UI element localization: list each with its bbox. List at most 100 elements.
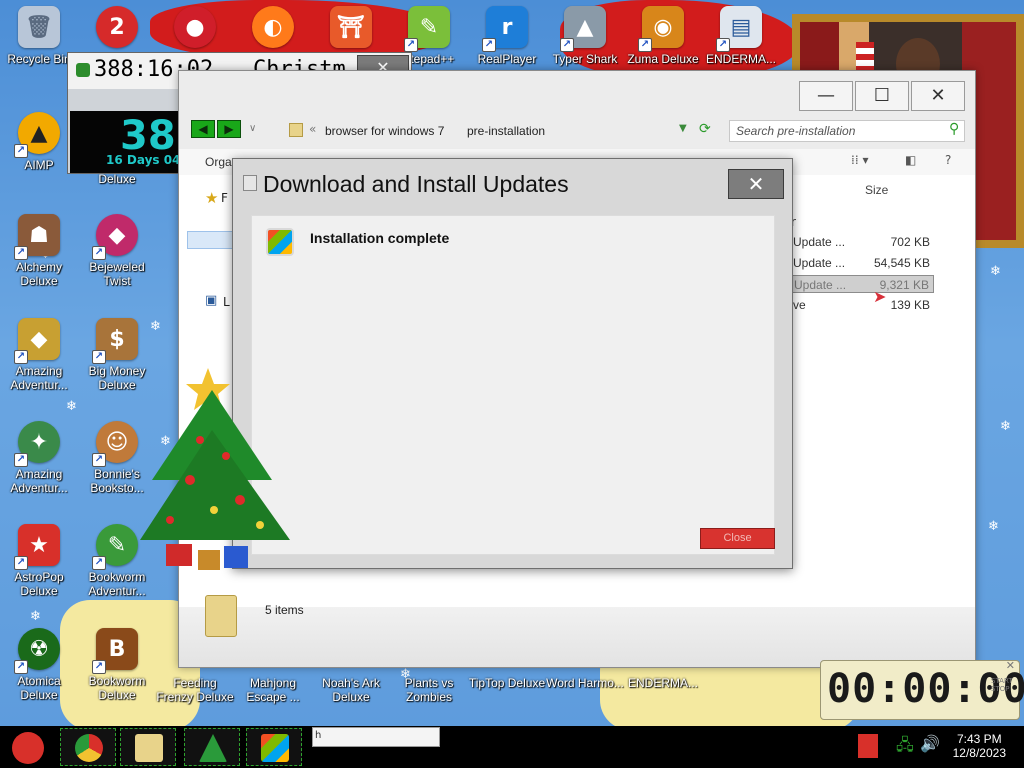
game-2-icon: 2 <box>96 6 138 48</box>
file-row[interactable]: Update ... 702 KB <box>789 233 934 251</box>
address-dropdown-icon[interactable]: ▼ <box>679 123 687 134</box>
forward-button[interactable]: ▶ <box>217 120 241 138</box>
recycle-bin-icon: 🗑 <box>18 6 60 48</box>
view-options-icon[interactable]: ⁞⁞ ▾ <box>851 153 868 167</box>
tree-lower-tier <box>140 430 290 540</box>
file-row[interactable]: Update ... 54,545 KB <box>789 254 934 272</box>
breadcrumb-overflow-icon[interactable]: « <box>309 122 316 136</box>
sidebar-libraries-label[interactable]: L <box>223 295 230 309</box>
bookworm-deluxe-icon: B ↗ <box>92 628 138 674</box>
desktop-icon-typer-shark[interactable]: ▲ ↗ Typer Shark <box>546 6 624 66</box>
astropop-icon: ★ ↗ <box>14 524 60 570</box>
gift-box-icon <box>166 544 192 566</box>
stopwatch-close-icon[interactable]: ✕ <box>1006 659 1015 672</box>
notepad-plus-plus-icon: ✎ ↗ <box>404 6 450 52</box>
desktop-icon-realplayer[interactable]: r ↗ RealPlayer <box>468 6 546 66</box>
countdown-gem-icon <box>76 63 90 77</box>
santa-start-icon <box>12 732 44 764</box>
refresh-icon[interactable]: ⟳ <box>699 121 711 137</box>
taskbar-explorer[interactable] <box>120 728 176 766</box>
stopwatch-start-stop[interactable]: START STOP <box>991 677 1013 693</box>
atomica-icon: ☢ ↗ <box>14 628 60 674</box>
search-input[interactable]: Search pre-installation <box>729 120 965 142</box>
desktop-icon-enderma-top[interactable]: ▤ ↗ ENDERMA... <box>702 6 780 66</box>
torii-gate-icon: ⛩ <box>330 6 372 48</box>
red-creature-icon: ● <box>174 6 216 48</box>
tray-flag-icon[interactable] <box>858 734 878 758</box>
network-icon[interactable]: 🖧 <box>896 734 914 761</box>
desktop-icon-alchemy[interactable]: ☗ ↗ Alchemy Deluxe <box>0 214 78 288</box>
minimize-button[interactable]: — <box>799 81 853 111</box>
christmas-tree-icon <box>199 734 227 762</box>
enderma-top-icon: ▤ ↗ <box>716 6 762 52</box>
amazing-adventures-2-icon: ✦ ↗ <box>14 421 60 467</box>
dialog-close-x-button[interactable]: ✕ <box>728 169 784 199</box>
taskbar-windows-update[interactable] <box>246 728 302 766</box>
taskbar-clock[interactable]: 7:43 PM 12/8/2023 <box>953 732 1006 760</box>
typer-shark-icon: ▲ ↗ <box>560 6 606 52</box>
taskbar: h 🖧 🔊 7:43 PM 12/8/2023 <box>0 726 1024 768</box>
folder-icon <box>289 123 303 137</box>
explorer-titlebar[interactable]: — ☐ ✕ <box>179 71 975 115</box>
desktop-icon-atomica[interactable]: ☢ ↗ Atomica Deluxe <box>0 628 78 702</box>
desktop-icon-red-creature[interactable]: ● <box>156 6 234 48</box>
volume-icon[interactable]: 🔊 <box>920 734 940 753</box>
search-icon[interactable]: ⚲ <box>949 121 959 137</box>
taskbar-text-input[interactable]: h <box>312 727 440 747</box>
realplayer-icon: r ↗ <box>482 6 528 52</box>
desktop-icon-zuma[interactable]: ◉ ↗ Zuma Deluxe <box>624 6 702 66</box>
system-tray: 🖧 🔊 <box>892 732 942 762</box>
back-button[interactable]: ◀ <box>191 120 215 138</box>
preview-pane-icon[interactable]: ◧ <box>905 153 916 167</box>
desktop-icon-bookworm-deluxe[interactable]: B ↗ Bookworm Deluxe <box>78 628 156 702</box>
sidebar-favorites-label[interactable]: F <box>221 191 228 205</box>
dialog-title: Download and Install Updates <box>263 171 569 197</box>
snowflake-icon: ❄ <box>988 519 999 534</box>
desktop-icon-amazing-adventures[interactable]: ◆ ↗ Amazing Adventur... <box>0 318 78 392</box>
alchemy-icon: ☗ ↗ <box>14 214 60 260</box>
windows-update-icon <box>266 228 294 256</box>
amazing-adventures-icon: ◆ ↗ <box>14 318 60 364</box>
column-header-size[interactable]: Size <box>865 183 888 197</box>
snowflake-icon: ❄ <box>66 399 77 414</box>
help-icon[interactable]: ? <box>945 153 951 167</box>
breadcrumb-item[interactable]: browser for windows 7 <box>325 124 444 138</box>
countdown-days-text: 16 Days 04 <box>106 153 181 167</box>
chrome-icon <box>75 734 103 762</box>
snowflake-icon: ❄ <box>30 609 41 624</box>
file-row[interactable]: ve 139 KB <box>789 296 934 314</box>
desktop-icon-amazing-adventures-2[interactable]: ✦ ↗ Amazing Adventur... <box>0 421 78 495</box>
desktop-icon-game-2[interactable]: 2 <box>78 6 156 48</box>
snowflake-icon: ❄ <box>1000 419 1011 434</box>
aimp-icon: ▲ ↗ <box>14 112 60 158</box>
taskbar-christmas-tree[interactable] <box>184 728 240 766</box>
windows-update-icon <box>261 734 289 762</box>
taskbar-chrome[interactable] <box>60 728 116 766</box>
item-count: 5 items <box>265 603 304 617</box>
desktop-icon-firefox[interactable]: ◐ <box>234 6 312 48</box>
christmas-tree-decoration <box>140 368 290 570</box>
file-row-selected[interactable]: Update ... 9,321 KB <box>789 275 934 293</box>
favorites-star-icon: ★ <box>205 189 219 207</box>
stopwatch-widget[interactable]: 00:00:00 START STOP ✕ <box>820 659 1024 720</box>
libraries-icon: ▣ <box>205 293 218 308</box>
maximize-button[interactable]: ☐ <box>855 81 909 111</box>
download-install-updates-dialog[interactable]: Download and Install Updates ✕ Installat… <box>232 158 793 569</box>
start-button[interactable] <box>4 728 54 766</box>
close-button[interactable]: Close <box>700 528 775 549</box>
teddy-bear-icon <box>198 550 220 570</box>
close-window-button[interactable]: ✕ <box>911 81 965 111</box>
bejeweled-icon: ◆ ↗ <box>92 214 138 260</box>
big-money-icon: $ ↗ <box>92 318 138 364</box>
desktop-icon-shrine-game[interactable]: ⛩ <box>312 6 390 48</box>
organize-menu[interactable]: Orga <box>205 155 232 169</box>
desktop-icon-bejeweled[interactable]: ◆ ↗ Bejeweled Twist <box>78 214 156 288</box>
gift-box-icon <box>224 546 248 568</box>
mouse-cursor-icon: ➤ <box>873 287 887 306</box>
zuma-icon: ◉ ↗ <box>638 6 684 52</box>
desktop-icon-astropop[interactable]: ★ ↗ AstroPop Deluxe <box>0 524 78 598</box>
snowflake-icon: ❄ <box>990 264 1001 279</box>
recent-pages-chevron-icon[interactable]: ∨ <box>249 123 256 134</box>
breadcrumb-item[interactable]: pre-installation <box>467 124 545 138</box>
sidebar-selected-item[interactable] <box>187 231 233 249</box>
